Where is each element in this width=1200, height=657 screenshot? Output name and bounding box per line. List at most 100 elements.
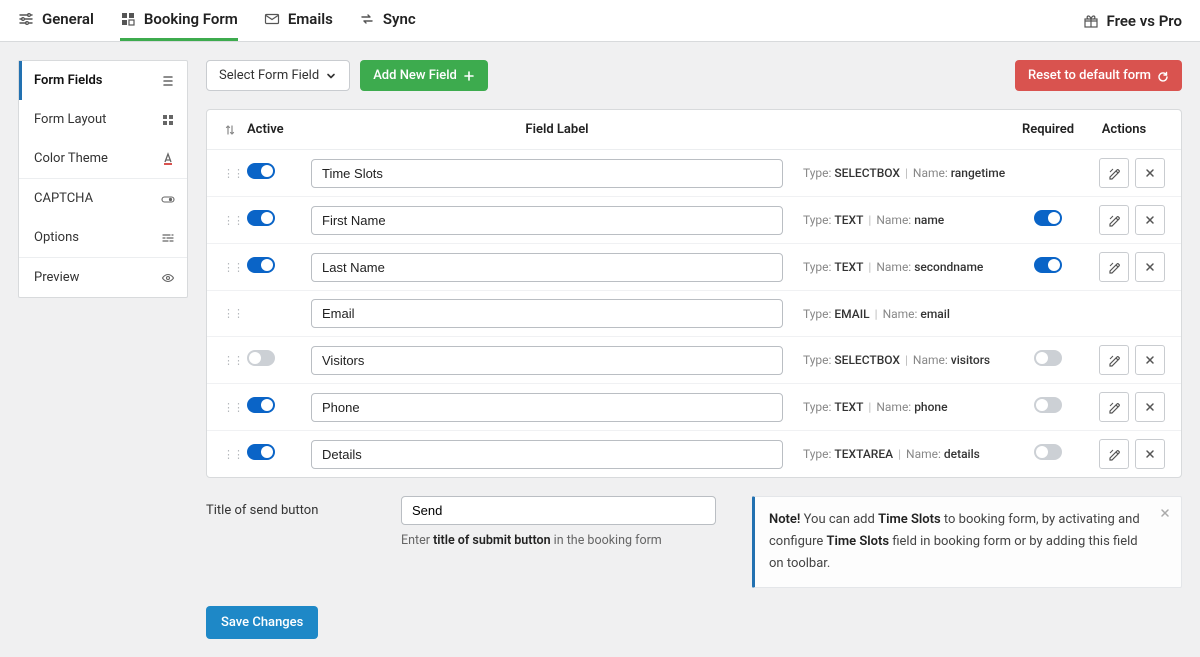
th-active: Active xyxy=(247,122,311,137)
delete-button[interactable] xyxy=(1135,158,1165,188)
edit-button[interactable] xyxy=(1099,252,1129,282)
wand-icon xyxy=(1107,447,1121,461)
toggle-icon xyxy=(161,192,175,206)
field-label-input[interactable] xyxy=(311,393,783,422)
form-icon xyxy=(120,11,136,27)
sidebar-item-form-fields[interactable]: Form Fields xyxy=(19,61,187,100)
sliders-icon xyxy=(161,231,175,245)
delete-button[interactable] xyxy=(1135,205,1165,235)
field-label-input[interactable] xyxy=(311,159,783,188)
field-label-input[interactable] xyxy=(311,440,783,469)
button-label: Add New Field xyxy=(373,68,457,83)
sync-icon xyxy=(359,11,375,27)
field-meta: Type: SELECTBOX|Name: rangetime xyxy=(803,166,1013,180)
table-row: ⋮⋮ Type: SELECTBOX|Name: visitors xyxy=(207,337,1181,384)
sidebar-item-label: Color Theme xyxy=(34,151,108,166)
tab-general[interactable]: General xyxy=(18,0,94,41)
tab-label: Booking Form xyxy=(144,10,238,28)
close-icon[interactable] xyxy=(1159,507,1171,519)
wand-icon xyxy=(1107,213,1121,227)
active-toggle[interactable] xyxy=(247,257,275,273)
drag-handle-icon[interactable]: ⋮⋮ xyxy=(223,354,247,367)
dropdown-label: Select Form Field xyxy=(219,68,319,83)
close-icon xyxy=(1144,214,1156,226)
rotate-icon xyxy=(1157,70,1169,82)
edit-button[interactable] xyxy=(1099,345,1129,375)
sidebar-item-label: Form Fields xyxy=(34,73,102,88)
field-meta: Type: TEXT|Name: phone xyxy=(803,400,1013,414)
active-toggle[interactable] xyxy=(247,163,275,179)
delete-button[interactable] xyxy=(1135,439,1165,469)
sort-icon[interactable] xyxy=(223,123,247,137)
required-toggle[interactable] xyxy=(1034,444,1062,460)
field-label-input[interactable] xyxy=(311,346,783,375)
save-changes-button[interactable]: Save Changes xyxy=(206,606,318,639)
tab-label: Free vs Pro xyxy=(1107,12,1182,30)
tab-sync[interactable]: Sync xyxy=(359,0,416,41)
edit-button[interactable] xyxy=(1099,158,1129,188)
button-label: Reset to default form xyxy=(1028,68,1151,83)
table-row: ⋮⋮ Type: TEXT|Name: secondname xyxy=(207,244,1181,291)
delete-button[interactable] xyxy=(1135,392,1165,422)
send-title-input[interactable] xyxy=(401,496,716,525)
drag-handle-icon[interactable]: ⋮⋮ xyxy=(223,307,247,320)
tab-booking-form[interactable]: Booking Form xyxy=(120,0,238,41)
drag-handle-icon[interactable]: ⋮⋮ xyxy=(223,167,247,180)
sidebar-item-preview[interactable]: Preview xyxy=(19,258,187,297)
sliders-icon xyxy=(18,11,34,27)
reset-to-default-button[interactable]: Reset to default form xyxy=(1015,60,1182,91)
field-label-input[interactable] xyxy=(311,206,783,235)
sidebar-item-label: CAPTCHA xyxy=(34,191,93,206)
sidebar-item-form-layout[interactable]: Form Layout xyxy=(19,100,187,139)
close-icon xyxy=(1144,448,1156,460)
send-title-label: Title of send button xyxy=(206,496,381,518)
grid-icon xyxy=(161,113,175,127)
th-actions: Actions xyxy=(1083,122,1165,137)
button-label: Save Changes xyxy=(221,615,303,630)
drag-handle-icon[interactable]: ⋮⋮ xyxy=(223,448,247,461)
field-label-input[interactable] xyxy=(311,299,783,328)
wand-icon xyxy=(1107,400,1121,414)
close-icon xyxy=(1144,261,1156,273)
required-toggle[interactable] xyxy=(1034,257,1062,273)
drag-handle-icon[interactable]: ⋮⋮ xyxy=(223,401,247,414)
sidebar-item-label: Preview xyxy=(34,270,79,285)
sidebar-item-color-theme[interactable]: Color Theme xyxy=(19,139,187,178)
delete-button[interactable] xyxy=(1135,345,1165,375)
required-toggle[interactable] xyxy=(1034,350,1062,366)
sidebar-item-captcha[interactable]: CAPTCHA xyxy=(19,179,187,218)
sidebar-item-label: Form Layout xyxy=(34,112,106,127)
field-meta: Type: TEXT|Name: secondname xyxy=(803,260,1013,274)
gift-icon xyxy=(1083,13,1099,29)
sidebar: Form Fields Form Layout Color Theme CAPT… xyxy=(18,60,188,298)
field-meta: Type: TEXTAREA|Name: details xyxy=(803,447,1013,461)
add-new-field-button[interactable]: Add New Field xyxy=(360,60,488,91)
tab-emails[interactable]: Emails xyxy=(264,0,333,41)
active-toggle[interactable] xyxy=(247,444,275,460)
required-toggle[interactable] xyxy=(1034,210,1062,226)
delete-button[interactable] xyxy=(1135,252,1165,282)
send-title-help: Enter title of submit button in the book… xyxy=(401,533,716,548)
field-label-input[interactable] xyxy=(311,253,783,282)
table-row: ⋮⋮Type: TEXT|Name: name xyxy=(207,197,1181,244)
field-meta: Type: SELECTBOX|Name: visitors xyxy=(803,353,1013,367)
required-toggle[interactable] xyxy=(1034,397,1062,413)
active-toggle[interactable] xyxy=(247,210,275,226)
table-row: ⋮⋮ Type: TEXT|Name: phone xyxy=(207,384,1181,431)
active-toggle[interactable] xyxy=(247,350,275,366)
note-box: Note! You can add Time Slots to booking … xyxy=(752,496,1182,588)
edit-button[interactable] xyxy=(1099,392,1129,422)
drag-handle-icon[interactable]: ⋮⋮ xyxy=(223,261,247,274)
edit-button[interactable] xyxy=(1099,439,1129,469)
edit-button[interactable] xyxy=(1099,205,1129,235)
drag-handle-icon[interactable]: ⋮⋮ xyxy=(223,214,247,227)
active-toggle[interactable] xyxy=(247,397,275,413)
plus-icon xyxy=(463,70,475,82)
select-form-field-dropdown[interactable]: Select Form Field xyxy=(206,60,350,91)
tab-label: Emails xyxy=(288,10,333,28)
tab-free-vs-pro[interactable]: Free vs Pro xyxy=(1083,12,1182,30)
table-row: ⋮⋮Type: EMAIL|Name: email xyxy=(207,291,1181,337)
sidebar-item-options[interactable]: Options xyxy=(19,218,187,257)
tab-label: Sync xyxy=(383,10,416,28)
close-icon xyxy=(1144,167,1156,179)
